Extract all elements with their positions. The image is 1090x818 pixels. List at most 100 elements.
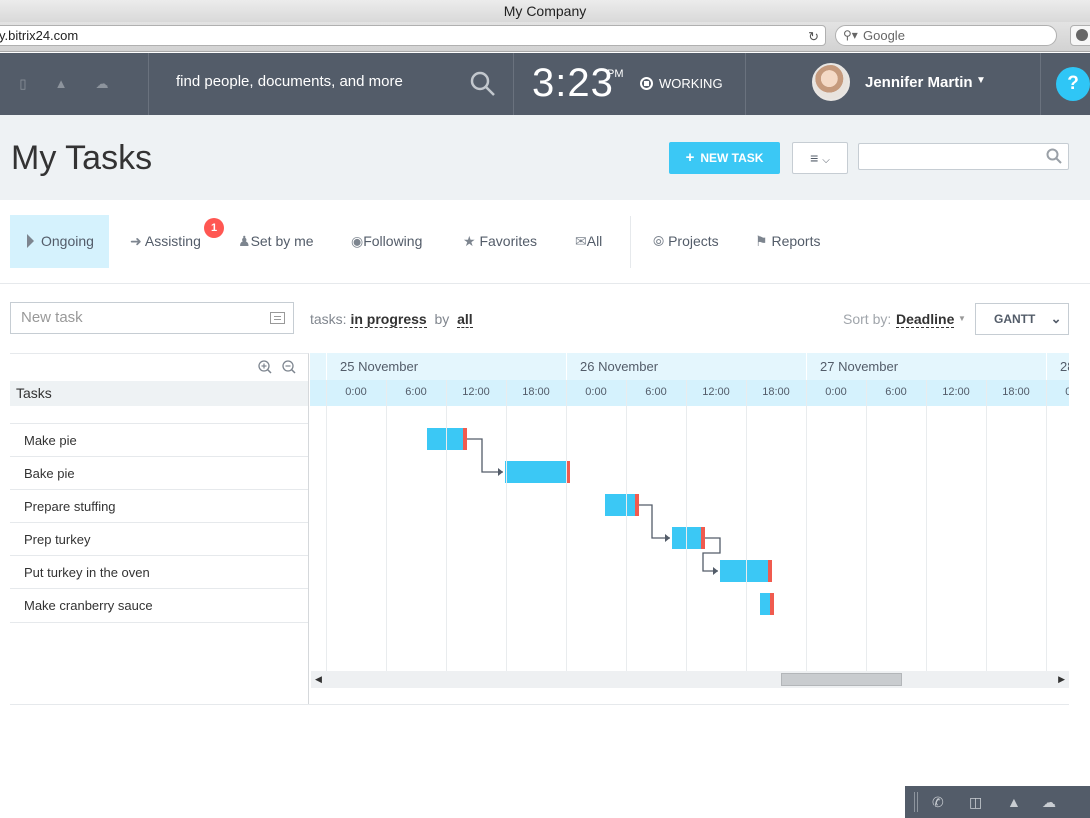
task-row[interactable]: Bake pie [10, 456, 308, 489]
header-search-input[interactable]: find people, documents, and more [176, 73, 403, 90]
scroll-left-arrow[interactable]: ◀ [315, 674, 322, 685]
header-divider [1040, 53, 1041, 115]
deadline-marker[interactable] [768, 560, 772, 582]
url-field[interactable]: y.bitrix24.com ↻ [0, 25, 826, 46]
tab-label: Reports [771, 233, 821, 249]
tab-projects[interactable]: ⦾ Projects [653, 215, 719, 268]
chat-icon[interactable]: ▯ [15, 76, 31, 91]
clock-ampm: PM [607, 68, 624, 80]
sort-dropdown[interactable]: Deadline [896, 311, 955, 328]
task-bar[interactable] [720, 560, 768, 582]
work-status[interactable]: WORKING [659, 76, 723, 91]
filter-by[interactable]: all [457, 311, 473, 328]
bell-icon[interactable]: ▲ [53, 76, 69, 91]
quick-task-input[interactable]: New task [10, 302, 294, 334]
task-bar[interactable] [760, 593, 770, 615]
gantt-bars [427, 428, 774, 615]
search-icon: ⚲▾ [843, 28, 858, 42]
filter-by-label: by [434, 311, 450, 327]
star-icon: ★ [463, 233, 476, 249]
zoom-out-icon[interactable] [282, 360, 296, 374]
gantt-scrollbar[interactable]: ◀ ▶ [311, 671, 1069, 688]
eye-icon: ◉ [351, 233, 364, 249]
task-row[interactable]: Make cranberry sauce [10, 588, 308, 621]
scrollbar-thumb[interactable] [781, 673, 902, 686]
deadline-marker[interactable] [463, 428, 467, 450]
task-bar[interactable] [505, 461, 566, 483]
task-search-input[interactable] [858, 143, 1069, 170]
quick-task-placeholder: New task [21, 309, 83, 326]
tab-all[interactable]: ✉All [575, 215, 602, 268]
download-icon[interactable] [1070, 25, 1090, 46]
tab-label: Set by me [250, 233, 314, 249]
tab-set-by-me[interactable]: ♟Set by me [238, 215, 314, 268]
tab-ongoing[interactable]: Ongoing [10, 215, 109, 268]
task-row[interactable]: Prep turkey [10, 522, 308, 555]
gantt-chart: 25 November26 November27 November28 0:00… [310, 353, 1069, 688]
cloud-icon[interactable]: ☁ [94, 76, 110, 91]
task-list-end-line [10, 622, 308, 623]
tab-assisting[interactable]: ➜ Assisting [130, 215, 201, 268]
clock-time[interactable]: 3:23 [532, 61, 614, 106]
gantt-gridline [446, 380, 447, 671]
filter-tasks-label: tasks: [310, 311, 347, 327]
arrow-icon: ➜ [130, 233, 142, 249]
chevron-down-icon[interactable]: ▼ [976, 75, 986, 86]
view-mode-button[interactable]: GANTT ⌄ [975, 303, 1069, 335]
task-bar[interactable] [427, 428, 463, 450]
browser-search-field[interactable]: ⚲▾ Google [835, 25, 1057, 46]
plus-icon: + [685, 149, 695, 166]
gantt-gridline [506, 380, 507, 671]
chevron-down-icon[interactable]: ▼ [958, 314, 966, 323]
filter-status[interactable]: in progress [350, 311, 427, 328]
avatar[interactable] [812, 63, 850, 101]
details-icon[interactable] [270, 312, 285, 324]
dependency-arrow [713, 567, 718, 575]
tab-reports[interactable]: ⚑ Reports [755, 215, 820, 268]
task-row[interactable]: Make pie [10, 423, 308, 456]
grip-icon[interactable] [914, 792, 918, 812]
tab-following[interactable]: ◉Following [351, 215, 422, 268]
gantt-gridline [866, 380, 867, 671]
person-icon: ♟ [238, 233, 251, 249]
gantt-gridline [386, 380, 387, 671]
gantt-gridline [986, 380, 987, 671]
zoom-in-icon[interactable] [258, 360, 272, 374]
task-row[interactable]: Put turkey in the oven [10, 555, 308, 588]
chat-icon[interactable]: ◫ [969, 794, 982, 811]
task-list-header: Tasks [10, 381, 308, 406]
help-button[interactable]: ? [1056, 67, 1090, 101]
browser-toolbar: y.bitrix24.com ↻ ⚲▾ Google [0, 22, 1090, 52]
gantt-gridline [626, 380, 627, 671]
search-icon[interactable] [1046, 148, 1062, 164]
chevron-down-icon: ⌄ [1050, 311, 1062, 326]
dependency-arrow [498, 468, 503, 476]
search-icon[interactable] [470, 71, 496, 97]
notification-badge: 1 [204, 218, 224, 238]
scroll-right-arrow[interactable]: ▶ [1058, 674, 1065, 685]
list-view-button[interactable]: ≡ ⌵ [792, 142, 848, 174]
sort-label: Sort by: [843, 311, 892, 327]
task-bar[interactable] [605, 494, 635, 516]
deadline-marker[interactable] [701, 527, 705, 549]
new-task-button[interactable]: + NEW TASK [669, 142, 780, 174]
cloud-icon[interactable]: ☁ [1042, 794, 1056, 811]
deadline-marker[interactable] [770, 593, 774, 615]
bell-icon[interactable]: ▲ [1007, 794, 1021, 810]
dependency-link [702, 537, 721, 572]
tab-favorites[interactable]: ★ Favorites [463, 215, 537, 268]
flag-icon: ⚑ [755, 233, 768, 249]
tab-label: Favorites [479, 233, 538, 249]
chevron-down-icon: ⌵ [822, 155, 830, 166]
reload-icon[interactable]: ↻ [808, 27, 819, 46]
tab-label: Following [363, 233, 423, 249]
tabs-divider [630, 216, 631, 268]
dependency-link [639, 504, 670, 539]
stop-icon[interactable] [640, 77, 653, 90]
deadline-marker[interactable] [635, 494, 639, 516]
phone-icon[interactable]: ✆ [932, 794, 944, 811]
user-name[interactable]: Jennifer Martin [865, 74, 973, 91]
browser-search-placeholder: Google [863, 28, 905, 43]
dependency-arrow [665, 534, 670, 542]
task-row[interactable]: Prepare stuffing [10, 489, 308, 522]
